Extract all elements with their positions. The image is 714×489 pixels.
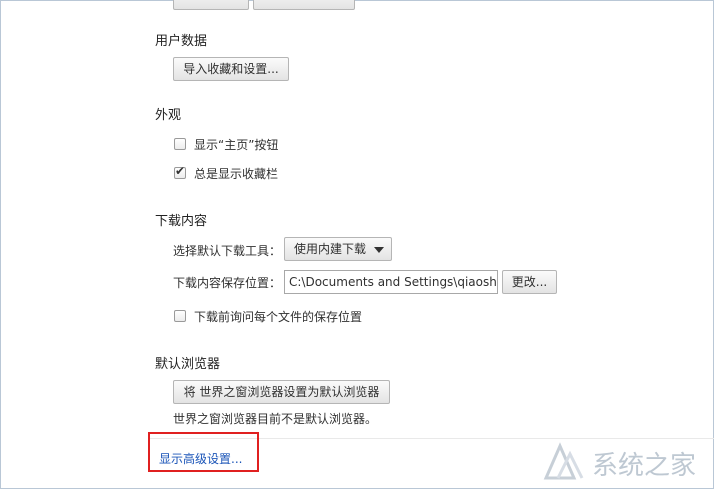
default-browser-title: 默认浏览器 xyxy=(155,357,221,372)
download-location-field[interactable]: C:\Documents and Settings\qiaoshiyu xyxy=(284,270,498,294)
top-button-1[interactable] xyxy=(173,0,249,10)
watermark-logo: 系统之家 xyxy=(540,438,710,486)
downloads-title: 下载内容 xyxy=(155,214,208,229)
appearance-title: 外观 xyxy=(155,108,182,123)
show-bookmarks-bar-label: 总是显示收藏栏 xyxy=(194,167,279,181)
default-browser-status: 世界之窗浏览器目前不是默认浏览器。 xyxy=(173,412,378,426)
ask-location-label: 下载前询问每个文件的保存位置 xyxy=(194,310,363,324)
show-home-button-label: 显示“主页”按钮 xyxy=(194,138,279,152)
change-location-button[interactable]: 更改... xyxy=(502,270,557,294)
show-home-button-checkbox[interactable] xyxy=(174,138,186,150)
download-tool-label: 选择默认下载工具： xyxy=(173,244,282,258)
set-default-browser-button[interactable]: 将 世界之窗浏览器设置为默认浏览器 xyxy=(173,380,390,404)
svg-text:系统之家: 系统之家 xyxy=(592,451,696,481)
download-tool-select[interactable]: 使用内建下载 xyxy=(284,237,392,261)
download-location-label: 下载内容保存位置： xyxy=(173,276,282,290)
user-data-title: 用户数据 xyxy=(155,34,208,49)
ask-location-checkbox[interactable] xyxy=(174,310,186,322)
show-advanced-settings-link[interactable]: 显示高级设置... xyxy=(159,450,242,467)
checkmark-icon: ✔ xyxy=(175,164,186,178)
top-button-2[interactable] xyxy=(253,0,355,10)
show-bookmarks-bar-checkbox[interactable]: ✔ xyxy=(174,164,186,179)
import-bookmarks-button[interactable]: 导入收藏和设置... xyxy=(173,57,289,81)
download-tool-value: 使用内建下载 xyxy=(294,242,367,256)
chevron-down-icon xyxy=(374,247,384,253)
